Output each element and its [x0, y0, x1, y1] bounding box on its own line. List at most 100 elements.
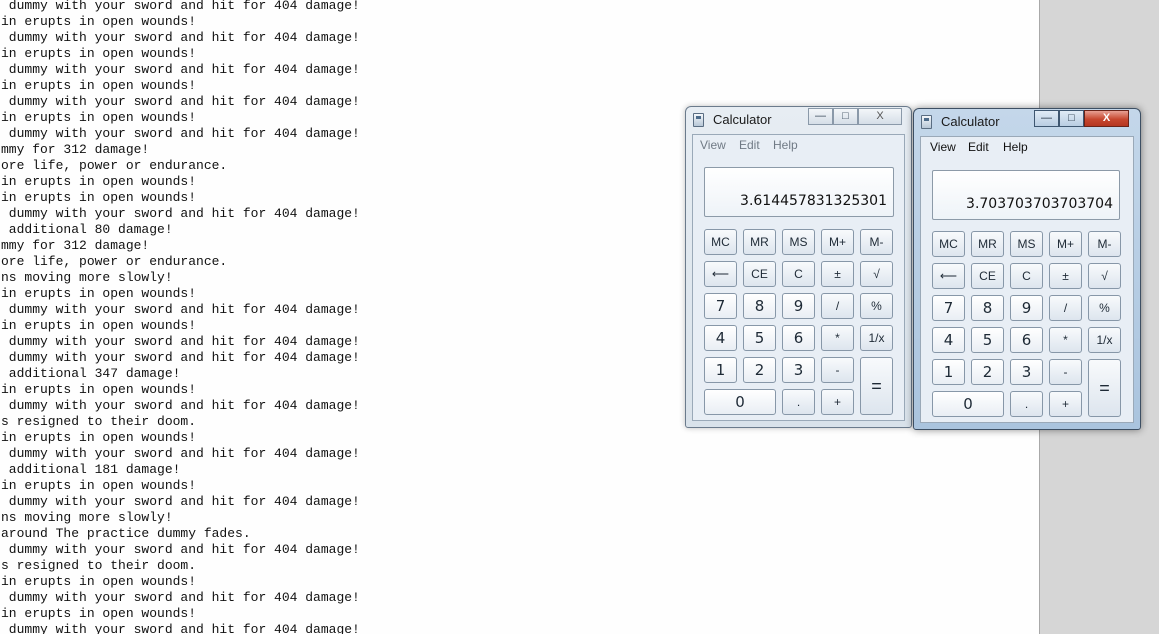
digit-7-button[interactable]: 7: [932, 295, 965, 321]
backspace-button[interactable]: ⟵: [932, 263, 965, 289]
memory-add-button[interactable]: M+: [1049, 231, 1082, 257]
digit-4-button[interactable]: 4: [704, 325, 737, 351]
memory-subtract-button[interactable]: M-: [1088, 231, 1121, 257]
memory-clear-button[interactable]: MC: [932, 231, 965, 257]
maximize-button[interactable]: □: [1059, 110, 1084, 127]
log-line: in erupts in open wounds!: [1, 478, 197, 493]
multiply-button[interactable]: *: [1049, 327, 1082, 353]
reciprocal-button[interactable]: 1/x: [1088, 327, 1121, 353]
digit-7-button[interactable]: 7: [704, 293, 737, 319]
menu-edit[interactable]: Edit: [739, 138, 760, 152]
percent-button[interactable]: %: [860, 293, 893, 319]
close-button[interactable]: X: [858, 108, 902, 125]
reciprocal-button[interactable]: 1/x: [860, 325, 893, 351]
divide-button[interactable]: /: [1049, 295, 1082, 321]
square-root-button[interactable]: √: [1088, 263, 1121, 289]
digit-8-button[interactable]: 8: [971, 295, 1004, 321]
digit-0-button[interactable]: 0: [704, 389, 776, 415]
digit-5-button[interactable]: 5: [743, 325, 776, 351]
equals-button[interactable]: =: [1088, 359, 1121, 417]
digit-8-button[interactable]: 8: [743, 293, 776, 319]
close-button[interactable]: X: [1084, 110, 1129, 127]
log-line: ore life, power or endurance.: [1, 158, 228, 173]
equals-button[interactable]: =: [860, 357, 893, 415]
clear-entry-button[interactable]: CE: [743, 261, 776, 287]
log-line: in erupts in open wounds!: [1, 78, 197, 93]
log-line: dummy with your sword and hit for 404 da…: [1, 446, 360, 461]
log-line: dummy with your sword and hit for 404 da…: [1, 30, 360, 45]
minimize-button[interactable]: —: [808, 108, 833, 125]
minimize-button[interactable]: —: [1034, 110, 1059, 127]
title-bar[interactable]: Calculator — □ X: [686, 107, 911, 133]
add-button[interactable]: +: [1049, 391, 1082, 417]
plus-minus-button[interactable]: ±: [1049, 263, 1082, 289]
log-line: in erupts in open wounds!: [1, 46, 197, 61]
memory-clear-button[interactable]: MC: [704, 229, 737, 255]
digit-9-button[interactable]: 9: [1010, 295, 1043, 321]
digit-9-button[interactable]: 9: [782, 293, 815, 319]
log-line: dummy with your sword and hit for 404 da…: [1, 302, 360, 317]
digit-1-button[interactable]: 1: [704, 357, 737, 383]
menu-edit[interactable]: Edit: [968, 140, 989, 154]
display-value: 3.614457831325301: [740, 193, 887, 209]
add-button[interactable]: +: [821, 389, 854, 415]
square-root-button[interactable]: √: [860, 261, 893, 287]
digit-3-button[interactable]: 3: [782, 357, 815, 383]
menu-view[interactable]: View: [700, 138, 726, 152]
decimal-button[interactable]: .: [1010, 391, 1043, 417]
log-line: s resigned to their doom.: [1, 558, 197, 573]
log-line: dummy with your sword and hit for 404 da…: [1, 334, 360, 349]
maximize-button[interactable]: □: [833, 108, 858, 125]
clear-button[interactable]: C: [1010, 263, 1043, 289]
digit-3-button[interactable]: 3: [1010, 359, 1043, 385]
log-line: in erupts in open wounds!: [1, 382, 197, 397]
memory-add-button[interactable]: M+: [821, 229, 854, 255]
calculator-app-icon: [693, 113, 704, 127]
memory-subtract-button[interactable]: M-: [860, 229, 893, 255]
memory-recall-button[interactable]: MR: [743, 229, 776, 255]
log-line: ore life, power or endurance.: [1, 254, 228, 269]
calculator-window-inactive[interactable]: Calculator — □ X View Edit Help 3.614457…: [685, 106, 912, 428]
menu-help[interactable]: Help: [773, 138, 798, 152]
title-bar[interactable]: Calculator — □ X: [914, 109, 1140, 135]
multiply-button[interactable]: *: [821, 325, 854, 351]
log-line: around The practice dummy fades.: [1, 526, 251, 541]
menu-view[interactable]: View: [930, 140, 956, 154]
digit-6-button[interactable]: 6: [1010, 327, 1043, 353]
memory-recall-button[interactable]: MR: [971, 231, 1004, 257]
plus-minus-button[interactable]: ±: [821, 261, 854, 287]
digit-6-button[interactable]: 6: [782, 325, 815, 351]
log-lines: dummy with your sword and hit for 404 da…: [1, 0, 360, 634]
digit-2-button[interactable]: 2: [743, 357, 776, 383]
log-line: mmy for 312 damage!: [1, 142, 150, 157]
percent-button[interactable]: %: [1088, 295, 1121, 321]
calculator-window-active[interactable]: Calculator — □ X View Edit Help 3.703703…: [913, 108, 1141, 430]
digit-2-button[interactable]: 2: [971, 359, 1004, 385]
log-line: ns moving more slowly!: [1, 270, 173, 285]
clear-button[interactable]: C: [782, 261, 815, 287]
log-line: dummy with your sword and hit for 404 da…: [1, 206, 360, 221]
decimal-button[interactable]: .: [782, 389, 815, 415]
menu-help[interactable]: Help: [1003, 140, 1028, 154]
log-line: in erupts in open wounds!: [1, 286, 197, 301]
log-line: dummy with your sword and hit for 404 da…: [1, 398, 360, 413]
subtract-button[interactable]: -: [821, 357, 854, 383]
backspace-button[interactable]: ⟵: [704, 261, 737, 287]
calculator-app-icon: [921, 115, 932, 129]
log-line: s resigned to their doom.: [1, 414, 197, 429]
digit-4-button[interactable]: 4: [932, 327, 965, 353]
log-line: dummy with your sword and hit for 404 da…: [1, 126, 360, 141]
digit-0-button[interactable]: 0: [932, 391, 1004, 417]
subtract-button[interactable]: -: [1049, 359, 1082, 385]
log-line: in erupts in open wounds!: [1, 174, 197, 189]
log-line: dummy with your sword and hit for 404 da…: [1, 62, 360, 77]
log-line: in erupts in open wounds!: [1, 430, 197, 445]
memory-store-button[interactable]: MS: [1010, 231, 1043, 257]
log-line: in erupts in open wounds!: [1, 574, 197, 589]
digit-1-button[interactable]: 1: [932, 359, 965, 385]
menu-bar: View Edit Help: [921, 137, 1133, 157]
digit-5-button[interactable]: 5: [971, 327, 1004, 353]
memory-store-button[interactable]: MS: [782, 229, 815, 255]
divide-button[interactable]: /: [821, 293, 854, 319]
clear-entry-button[interactable]: CE: [971, 263, 1004, 289]
